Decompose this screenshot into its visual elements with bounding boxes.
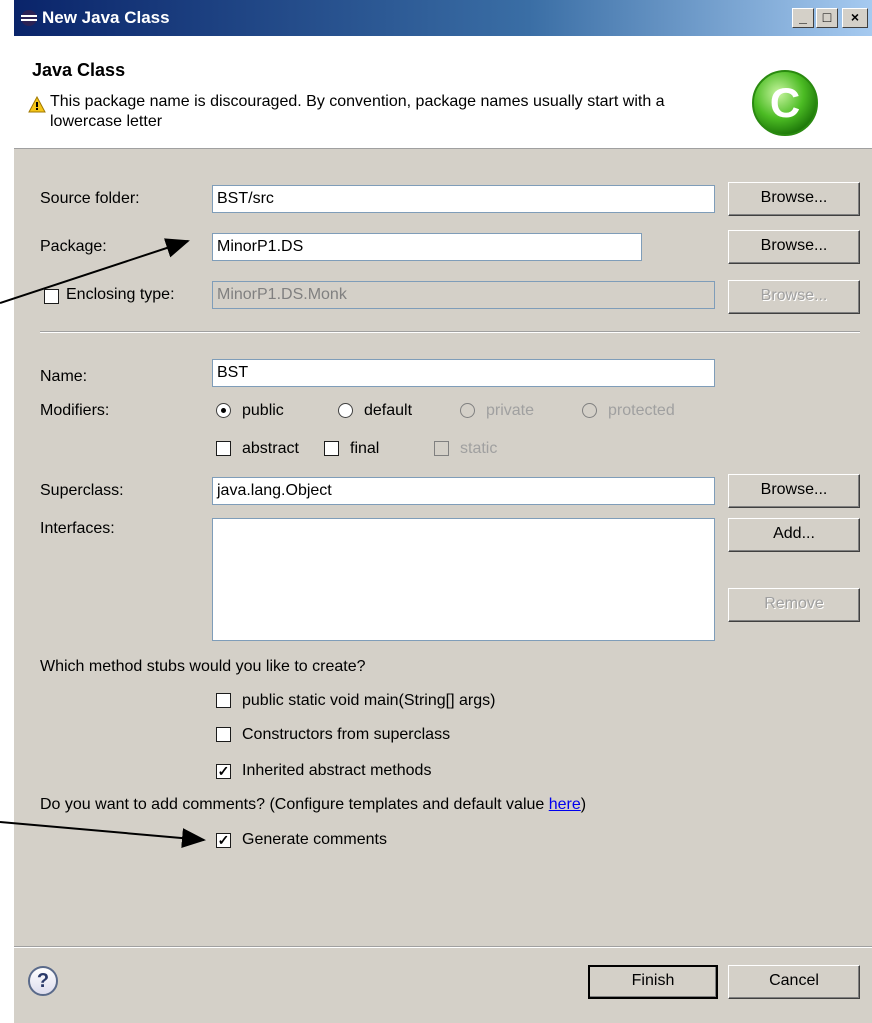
enclosing-type-checkbox[interactable] <box>44 289 59 304</box>
add-interface-button[interactable]: Add... <box>728 518 860 552</box>
abstract-label: abstract <box>242 440 299 457</box>
interfaces-label: Interfaces: <box>40 520 115 537</box>
static-label: static <box>460 440 498 457</box>
abstract-checkbox[interactable] <box>216 441 231 456</box>
inherited-methods-checkbox[interactable]: ✓ <box>216 764 231 779</box>
enclosing-type-label: Enclosing type: <box>66 286 175 303</box>
finish-button[interactable]: Finish <box>588 965 718 999</box>
help-icon[interactable]: ? <box>28 966 58 996</box>
private-radio[interactable] <box>460 403 475 418</box>
package-browse-button[interactable]: Browse... <box>728 230 860 264</box>
name-input[interactable]: BST <box>212 359 715 387</box>
superclass-browse-button[interactable]: Browse... <box>728 474 860 508</box>
enclosing-type-browse-button[interactable]: Browse... <box>728 280 860 314</box>
page-title: Java Class <box>32 60 126 80</box>
default-radio[interactable] <box>338 403 353 418</box>
constructors-checkbox[interactable] <box>216 727 231 742</box>
superclass-label: Superclass: <box>40 482 124 499</box>
static-checkbox[interactable] <box>434 441 449 456</box>
separator <box>40 331 860 333</box>
dialog-window <box>14 0 872 1023</box>
modifiers-label: Modifiers: <box>40 402 110 419</box>
eclipse-icon <box>21 10 37 26</box>
cancel-button[interactable]: Cancel <box>728 965 860 999</box>
name-label: Name: <box>40 368 88 385</box>
default-label: default <box>364 402 413 419</box>
java-class-wizard-icon: C <box>752 70 818 136</box>
generate-comments-checkbox[interactable]: ✓ <box>216 833 231 848</box>
source-folder-browse-button[interactable]: Browse... <box>728 182 860 216</box>
svg-text:C: C <box>770 79 800 126</box>
final-label: final <box>350 440 380 457</box>
main-method-checkbox[interactable] <box>216 693 231 708</box>
package-label: Package: <box>40 238 107 255</box>
enclosing-type-input[interactable]: MinorP1.DS.Monk <box>212 281 715 309</box>
main-method-label: public static void main(String[] args) <box>242 692 496 709</box>
close-button[interactable]: × <box>842 8 868 28</box>
templates-link[interactable]: here <box>549 796 581 813</box>
public-label: public <box>242 402 284 419</box>
source-folder-label: Source folder: <box>40 190 140 207</box>
comments-question-end: ) <box>580 796 587 813</box>
warning-message: This package name is discouraged. By con… <box>50 93 665 130</box>
comments-question: Do you want to add comments? (Configure … <box>40 796 586 814</box>
superclass-input[interactable]: java.lang.Object <box>212 477 715 505</box>
maximize-button[interactable]: □ <box>816 8 838 28</box>
remove-interface-button[interactable]: Remove <box>728 588 860 622</box>
constructors-label: Constructors from superclass <box>242 726 451 743</box>
final-checkbox[interactable] <box>324 441 339 456</box>
window-title: New Java Class <box>42 8 170 27</box>
footer-separator <box>14 946 872 948</box>
generate-comments-label: Generate comments <box>242 831 387 848</box>
inherited-methods-label: Inherited abstract methods <box>242 762 432 779</box>
protected-label: protected <box>608 402 675 419</box>
comments-question-text: Do you want to add comments? (Configure … <box>40 796 549 813</box>
interfaces-list[interactable] <box>212 518 715 641</box>
package-input[interactable]: MinorP1.DS <box>212 233 642 261</box>
minimize-button[interactable]: _ <box>792 8 814 28</box>
public-radio[interactable] <box>216 403 231 418</box>
source-folder-input[interactable]: BST/src <box>212 185 715 213</box>
warning-icon <box>28 96 46 113</box>
private-label: private <box>486 402 535 419</box>
protected-radio[interactable] <box>582 403 597 418</box>
method-stubs-question: Which method stubs would you like to cre… <box>40 658 366 675</box>
